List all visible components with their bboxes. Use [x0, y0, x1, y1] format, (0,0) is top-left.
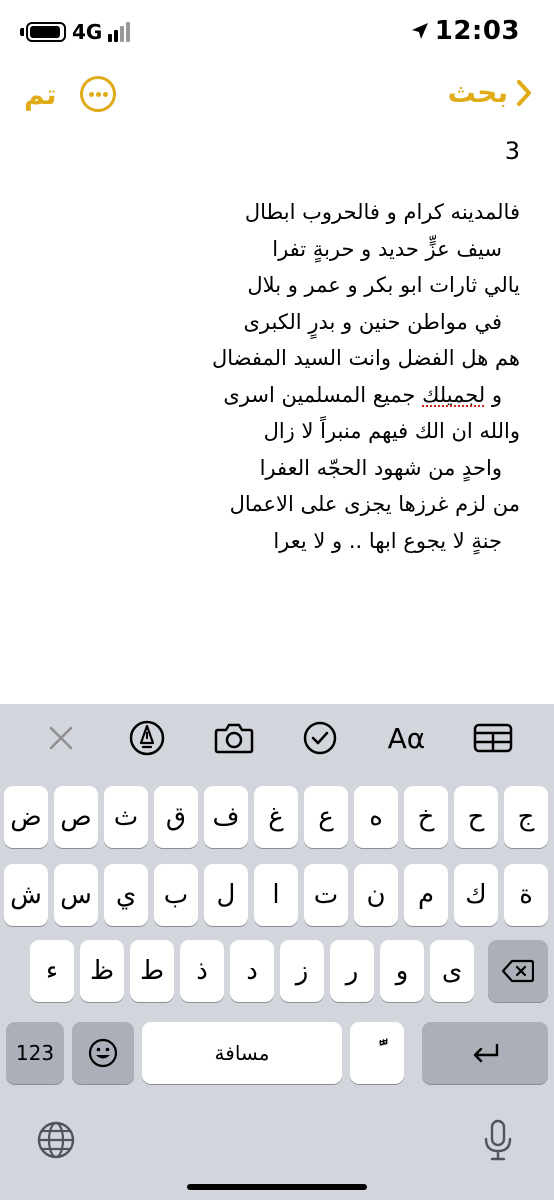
note-line[interactable]: فالمدينه كرام و فالحروب ابطال — [40, 194, 520, 231]
key-letter[interactable]: ه — [354, 786, 398, 848]
key-letter[interactable]: ص — [54, 786, 98, 848]
more-dots-icon — [89, 92, 94, 97]
arabic-keyboard: 123 مسافة ًّ جحخهعغفقثصض ةكمنتالبيسش ىورزد… — [0, 772, 554, 1200]
key-letter[interactable]: ع — [304, 786, 348, 848]
home-indicator — [187, 1184, 367, 1190]
key-letter[interactable]: ش — [4, 864, 48, 926]
note-title[interactable]: 3 — [40, 134, 520, 168]
back-button[interactable]: بحث — [448, 76, 532, 109]
note-word: و — [491, 382, 502, 407]
key-letter[interactable]: ب — [154, 864, 198, 926]
back-label: بحث — [447, 76, 508, 109]
camera-button[interactable] — [212, 716, 256, 760]
key-letter[interactable]: ء — [30, 940, 74, 1002]
key-letter[interactable]: ف — [204, 786, 248, 848]
dictation-button[interactable] — [476, 1118, 520, 1162]
key-letter[interactable]: ج — [504, 786, 548, 848]
key-letter[interactable]: ي — [104, 864, 148, 926]
format-button[interactable]: Aα — [384, 716, 428, 760]
key-letter[interactable]: ك — [454, 864, 498, 926]
close-icon — [49, 726, 73, 750]
misspelled-word[interactable]: لجميلك — [422, 383, 485, 407]
nav-bar: تم بحث — [0, 68, 554, 124]
note-word: جميع المسلمين اسرى — [223, 382, 416, 407]
return-key[interactable] — [422, 1022, 548, 1084]
note-line[interactable]: والله ان الك فيهم منبراً لا زال — [40, 413, 520, 450]
network-type: 4G — [72, 20, 103, 44]
backspace-icon — [502, 959, 534, 983]
checklist-button[interactable] — [298, 716, 342, 760]
key-letter[interactable]: م — [404, 864, 448, 926]
globe-icon — [37, 1121, 75, 1159]
key-letter[interactable]: و — [380, 940, 424, 1002]
note-line[interactable]: في مواطن حنين و بدرٍ الكبرى — [40, 304, 502, 341]
note-line[interactable]: و لجميلك جميع المسلمين اسرى — [40, 377, 502, 414]
location-arrow-icon — [411, 23, 428, 39]
delete-key[interactable] — [488, 940, 548, 1002]
status-bar: 4G 12:03 — [0, 0, 554, 62]
table-button[interactable] — [471, 716, 515, 760]
emoji-key[interactable] — [72, 1022, 134, 1084]
key-letter[interactable]: ز — [280, 940, 324, 1002]
done-button[interactable]: تم — [24, 78, 56, 111]
note-line[interactable]: يالي ثارات ابو بكر و عمر و بلال — [40, 267, 520, 304]
battery-icon — [26, 22, 66, 42]
more-button[interactable] — [80, 76, 116, 112]
key-letter[interactable]: ة — [504, 864, 548, 926]
table-icon — [473, 723, 513, 753]
camera-icon — [214, 723, 254, 754]
key-letter[interactable]: س — [54, 864, 98, 926]
key-letter[interactable]: ض — [4, 786, 48, 848]
key-letter[interactable]: خ — [404, 786, 448, 848]
note-body[interactable]: 3 فالمدينه كرام و فالحروب ابطال سيف عزٍّ… — [40, 134, 520, 559]
key-letter[interactable]: ق — [154, 786, 198, 848]
key-letter[interactable]: ذ — [180, 940, 224, 1002]
emoji-icon — [88, 1038, 118, 1068]
battery-nub — [20, 28, 24, 36]
key-letter[interactable]: غ — [254, 786, 298, 848]
time-group: 12:03 — [411, 16, 520, 46]
key-letter[interactable]: ا — [254, 864, 298, 926]
status-time: 12:03 — [434, 16, 520, 46]
keyboard-toolbar: Aα — [0, 704, 554, 772]
note-line[interactable]: جنةٍ لا يجوع ابها .. و لا يعرا — [40, 523, 502, 560]
diacritic-key[interactable]: ًّ — [350, 1022, 404, 1084]
signal-icon — [108, 22, 132, 42]
note-line[interactable]: سيف عزٍّ حديد و حربةٍ تفرا — [40, 231, 502, 268]
chevron-right-icon — [517, 79, 531, 106]
note-line[interactable]: هم هل الفضل وانت السيد المفضال — [40, 340, 520, 377]
return-arrow-icon — [473, 1043, 499, 1063]
pen-circle-icon — [130, 720, 165, 756]
checkmark-circle-icon — [303, 721, 337, 755]
key-letter[interactable]: د — [230, 940, 274, 1002]
key-letter[interactable]: ن — [354, 864, 398, 926]
key-letter[interactable]: ل — [204, 864, 248, 926]
close-toolbar-button[interactable] — [39, 716, 83, 760]
key-letter[interactable]: ر — [330, 940, 374, 1002]
key-letter[interactable]: ظ — [80, 940, 124, 1002]
note-line[interactable]: من لزم غرزها يجزى على الاعمال — [40, 486, 520, 523]
key-letter[interactable]: ث — [104, 786, 148, 848]
markup-button[interactable] — [125, 716, 169, 760]
note-line[interactable]: واحدٍ من شهود الحجّه العفرا — [40, 450, 502, 487]
key-letter[interactable]: ت — [304, 864, 348, 926]
globe-button[interactable] — [34, 1118, 78, 1162]
key-letter[interactable]: ى — [430, 940, 474, 1002]
key-letter[interactable]: ح — [454, 786, 498, 848]
key-letter[interactable]: ط — [130, 940, 174, 1002]
microphone-icon — [484, 1119, 512, 1161]
numbers-key[interactable]: 123 — [6, 1022, 64, 1084]
space-key[interactable]: مسافة — [142, 1022, 342, 1084]
